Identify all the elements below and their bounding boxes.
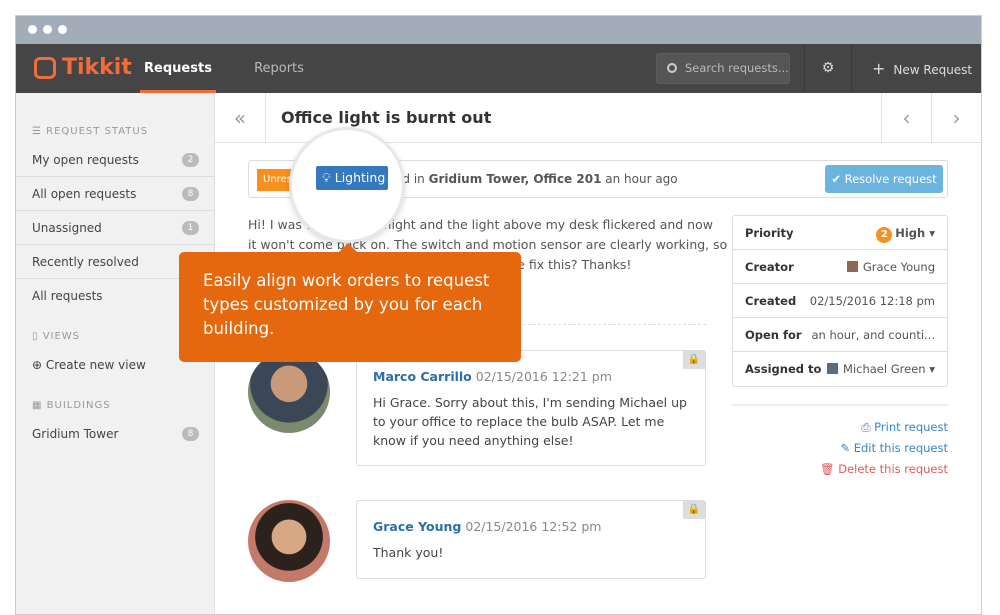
list-icon: ☰ xyxy=(32,126,47,137)
count-badge: 8 xyxy=(182,187,199,201)
building-icon: ▦ xyxy=(32,400,47,411)
collapse-sidebar-button[interactable]: « xyxy=(215,93,265,143)
settings-button[interactable]: ⚙ xyxy=(804,44,852,93)
details-table: Priority 2 High ▾ Creator Grace Young Creat… xyxy=(732,215,948,387)
sidebar-item-building[interactable]: Gridium Tower 8 xyxy=(16,417,215,451)
request-body: tonight and the light above my desk flic… xyxy=(371,217,713,232)
plus-icon: + xyxy=(872,59,886,78)
resolve-request-button[interactable]: ✔ Resolve request xyxy=(825,165,943,193)
avatar xyxy=(248,500,330,582)
edit-request-link[interactable]: ✎ Edit this request xyxy=(840,441,948,455)
trash-icon: 🗑 xyxy=(819,462,839,476)
pencil-icon: ✎ xyxy=(840,441,854,455)
gear-icon: ⚙ xyxy=(821,60,835,76)
plus-circle-icon: ⊕ xyxy=(32,358,46,372)
avatar xyxy=(827,363,839,374)
detail-open-for: Open for an hour, and counti... xyxy=(733,318,947,352)
comment: 🔒 Grace Young 02/15/2016 12:52 pm Thank y… xyxy=(356,500,706,579)
printer-icon: ⎙ xyxy=(861,420,875,434)
wrench-icon xyxy=(34,56,56,79)
section-heading: ▯ VIEWS xyxy=(32,331,81,342)
sidebar-item-unassigned[interactable]: Unassigned 1 xyxy=(16,211,215,245)
detail-assigned-to[interactable]: Assigned to Michael Green ▾ xyxy=(733,352,947,386)
next-button[interactable]: › xyxy=(931,93,981,143)
search-icon xyxy=(667,63,677,73)
tab-requests[interactable]: Requests xyxy=(140,44,216,93)
chevron-left-icon: ‹ xyxy=(902,106,911,130)
new-request-button[interactable]: + New Request xyxy=(872,44,972,93)
request-body: it won't come back on. The switch and mo… xyxy=(248,237,728,252)
detail-creator: Creator Grace Young xyxy=(733,250,947,284)
count-badge: 1 xyxy=(182,221,199,235)
section-heading: ☰ REQUEST STATUS xyxy=(32,126,149,137)
section-heading: ▦ BUILDINGS xyxy=(32,400,111,411)
window-dot[interactable] xyxy=(28,25,37,34)
check-icon: ✔ xyxy=(831,172,845,186)
top-nav: Tikkit Requests Reports Search requests.… xyxy=(16,44,981,93)
chevron-right-icon: › xyxy=(952,106,961,130)
request-actions: ⎙ Print request ✎ Edit this request 🗑 De… xyxy=(732,404,948,476)
print-request-link[interactable]: ⎙ Print request xyxy=(861,420,948,435)
sidebar-item-my-open[interactable]: My open requests 2 xyxy=(16,143,215,177)
request-body: me fix this? Thanks! xyxy=(505,257,632,272)
avatar xyxy=(248,351,330,433)
page-title: Office light is burnt out xyxy=(281,108,492,127)
tooltip: Easily align work orders to request type… xyxy=(179,243,521,362)
bookmark-icon: ▯ xyxy=(32,331,43,342)
logo[interactable]: Tikkit xyxy=(34,55,132,80)
lock-icon: 🔒 xyxy=(683,501,705,519)
comment: 🔒 Marco Carrillo 02/15/2016 12:21 pm Hi G… xyxy=(356,350,706,466)
previous-button[interactable]: ‹ xyxy=(881,93,931,143)
detail-created: Created 02/15/2016 12:18 pm xyxy=(733,284,947,318)
window-dot[interactable] xyxy=(43,25,52,34)
tab-reports[interactable]: Reports xyxy=(244,44,314,93)
title-bar xyxy=(16,16,981,44)
location-text: ed in Gridium Tower, Office 201 an hour … xyxy=(395,172,678,186)
window-dot[interactable] xyxy=(58,25,67,34)
avatar xyxy=(846,261,858,272)
category-badge[interactable]: 💡︎ Lighting xyxy=(316,166,388,190)
double-chevron-left-icon: « xyxy=(233,106,247,130)
count-badge: 8 xyxy=(182,427,199,441)
delete-request-link[interactable]: 🗑 Delete this request xyxy=(820,462,948,476)
detail-priority[interactable]: Priority 2 High ▾ xyxy=(733,216,947,250)
lock-icon: 🔒 xyxy=(683,351,705,369)
sidebar-item-all-open[interactable]: All open requests 8 xyxy=(16,177,215,211)
lightbulb-icon: 💡︎ xyxy=(322,170,335,185)
count-badge: 2 xyxy=(182,153,199,167)
search-input[interactable]: Search requests... xyxy=(656,53,790,84)
